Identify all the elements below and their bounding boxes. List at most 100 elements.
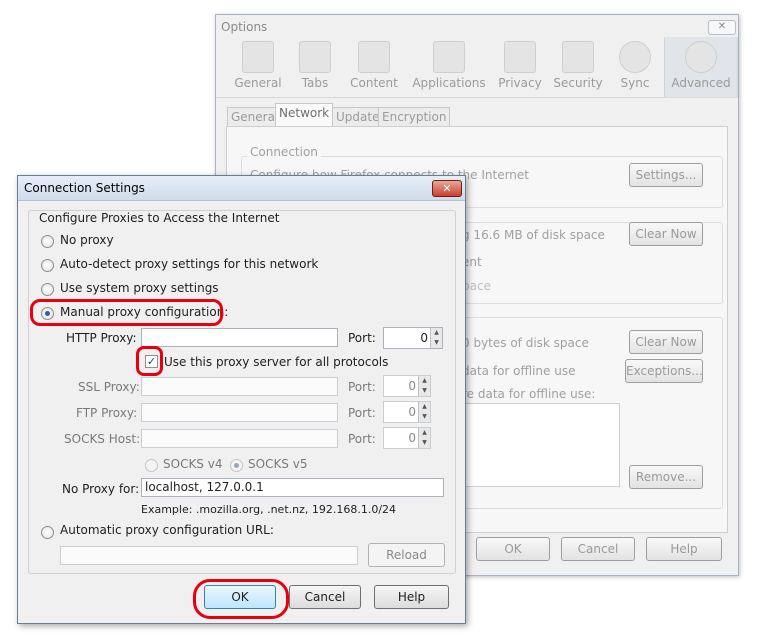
padlock-icon [562,41,594,73]
options-ok-button[interactable]: OK [476,537,550,561]
toolbar-label: Content [350,76,398,90]
cache-text-3: pace [462,279,491,293]
spin-up-icon[interactable]: ▲ [430,328,442,338]
options-close-button[interactable]: ✕ [708,20,736,35]
toolbar-general[interactable]: General [228,37,288,97]
toolbar-label: Tabs [301,76,329,90]
options-cancel-button[interactable]: Cancel [561,537,635,561]
socks-v4-radio[interactable] [145,459,158,472]
auto-config-url-label: Automatic proxy configuration URL: [60,523,274,537]
http-proxy-label: HTTP Proxy: [66,331,137,345]
auto-config-url-input[interactable] [60,546,358,565]
socks-port-label: Port: [348,432,376,446]
socks-v5-label: SOCKS v5 [248,457,308,471]
socks-host-input[interactable] [141,429,338,448]
toolbar-applications[interactable]: Applications [412,37,486,97]
no-proxy-radio[interactable] [41,235,54,248]
http-port-input[interactable]: 0 ▲ ▼ [383,327,443,349]
ssl-port-input[interactable]: 0 ▲ ▼ [383,375,431,397]
manual-proxy-radio[interactable] [41,307,54,320]
toolbar-privacy[interactable]: Privacy [494,37,546,97]
offline-text-2: data for offline use [462,364,576,378]
no-proxy-for-input[interactable]: localhost, 127.0.0.1 [141,478,444,497]
settings-button[interactable]: Settings... [629,163,703,187]
offline-sites-list[interactable] [462,403,620,487]
spin-down-icon[interactable]: ▼ [418,412,430,422]
spin-down-icon[interactable]: ▼ [418,438,430,448]
cache-usage-text: g 16.6 MB of disk space [462,228,605,242]
auto-config-url-radio[interactable] [41,526,54,539]
toolbar-advanced[interactable]: Advanced [664,37,738,97]
http-port-value: 0 [420,331,428,345]
ssl-port-label: Port: [348,380,376,394]
toolbar-label: Security [553,76,603,90]
ok-button[interactable]: OK [204,585,276,609]
help-button[interactable]: Help [374,585,449,609]
exceptions-button[interactable]: Exceptions... [625,359,703,383]
reload-button[interactable]: Reload [368,543,445,567]
no-proxy-example: Example: .mozilla.org, .net.nz, 192.168.… [141,503,397,516]
system-proxy-label: Use system proxy settings [60,281,219,295]
tab-encryption[interactable]: Encryption [378,107,451,127]
dialog-close-button[interactable]: ✕ [432,180,462,197]
toolbar-label: Privacy [498,76,542,90]
privacy-mask-icon [504,41,536,73]
ftp-port-label: Port: [348,406,376,420]
toolbar-content[interactable]: Content [346,37,402,97]
spin-up-icon[interactable]: ▲ [418,428,430,438]
tab-update[interactable]: Update [332,107,384,127]
manual-proxy-label: Manual proxy configuration: [60,305,229,319]
toolbar-label: General [234,76,282,90]
no-proxy-for-label: No Proxy for: [62,482,140,496]
socks-port-input[interactable]: 0 ▲ ▼ [383,427,431,449]
connection-heading: Connection [247,145,321,159]
offline-text-3: re data for offline use: [462,387,596,401]
toolbar-sync[interactable]: Sync [612,37,658,97]
no-proxy-label: No proxy [60,233,114,247]
use-same-proxy-checkbox[interactable]: ✓ [145,355,158,368]
ssl-proxy-input[interactable] [141,377,338,396]
tab-general[interactable]: General [227,107,283,127]
toolbar-label: Advanced [671,76,731,90]
socks-v5-radio[interactable] [230,459,243,472]
system-proxy-radio[interactable] [41,283,54,296]
options-toolbar: General Tabs Content Applications Privac… [216,37,738,98]
gear-icon [685,41,717,73]
tabs-icon [299,41,331,73]
clear-now-offline-button[interactable]: Clear Now [629,330,703,354]
spin-up-icon[interactable]: ▲ [418,376,430,386]
ftp-port-value: 0 [408,405,416,419]
offline-usage-text: 0 bytes of disk space [462,336,589,350]
proxy-group-title: Configure Proxies to Access the Internet [38,211,281,225]
http-port-label: Port: [348,331,376,345]
auto-detect-label: Auto-detect proxy settings for this netw… [60,257,319,271]
socks-v4-label: SOCKS v4 [163,457,223,471]
spin-down-icon[interactable]: ▼ [418,386,430,396]
content-icon [358,41,390,73]
general-icon [242,41,274,73]
connection-settings-dialog: Connection Settings ✕ Configure Proxies … [17,175,466,624]
options-title: Options [221,20,268,34]
ssl-proxy-label: SSL Proxy: [78,380,140,394]
auto-detect-radio[interactable] [41,259,54,272]
toolbar-tabs[interactable]: Tabs [294,37,336,97]
ssl-port-value: 0 [408,379,416,393]
use-same-proxy-label: Use this proxy server for all protocols [164,355,389,369]
cancel-button[interactable]: Cancel [289,585,361,609]
remove-button[interactable]: Remove... [629,465,703,489]
spin-down-icon[interactable]: ▼ [430,338,442,348]
options-help-button[interactable]: Help [646,537,722,561]
clear-now-cache-button[interactable]: Clear Now [629,222,703,246]
ftp-proxy-input[interactable] [141,403,338,422]
toolbar-security[interactable]: Security [552,37,604,97]
applications-icon [433,41,465,73]
socks-port-value: 0 [408,431,416,445]
spin-up-icon[interactable]: ▲ [418,402,430,412]
dialog-title: Connection Settings [24,181,145,195]
tab-network[interactable]: Network [275,103,334,127]
sync-icon [619,41,651,73]
toolbar-label: Sync [620,76,650,90]
ftp-port-input[interactable]: 0 ▲ ▼ [383,401,431,423]
socks-host-label: SOCKS Host: [64,432,141,446]
http-proxy-input[interactable] [141,328,338,347]
